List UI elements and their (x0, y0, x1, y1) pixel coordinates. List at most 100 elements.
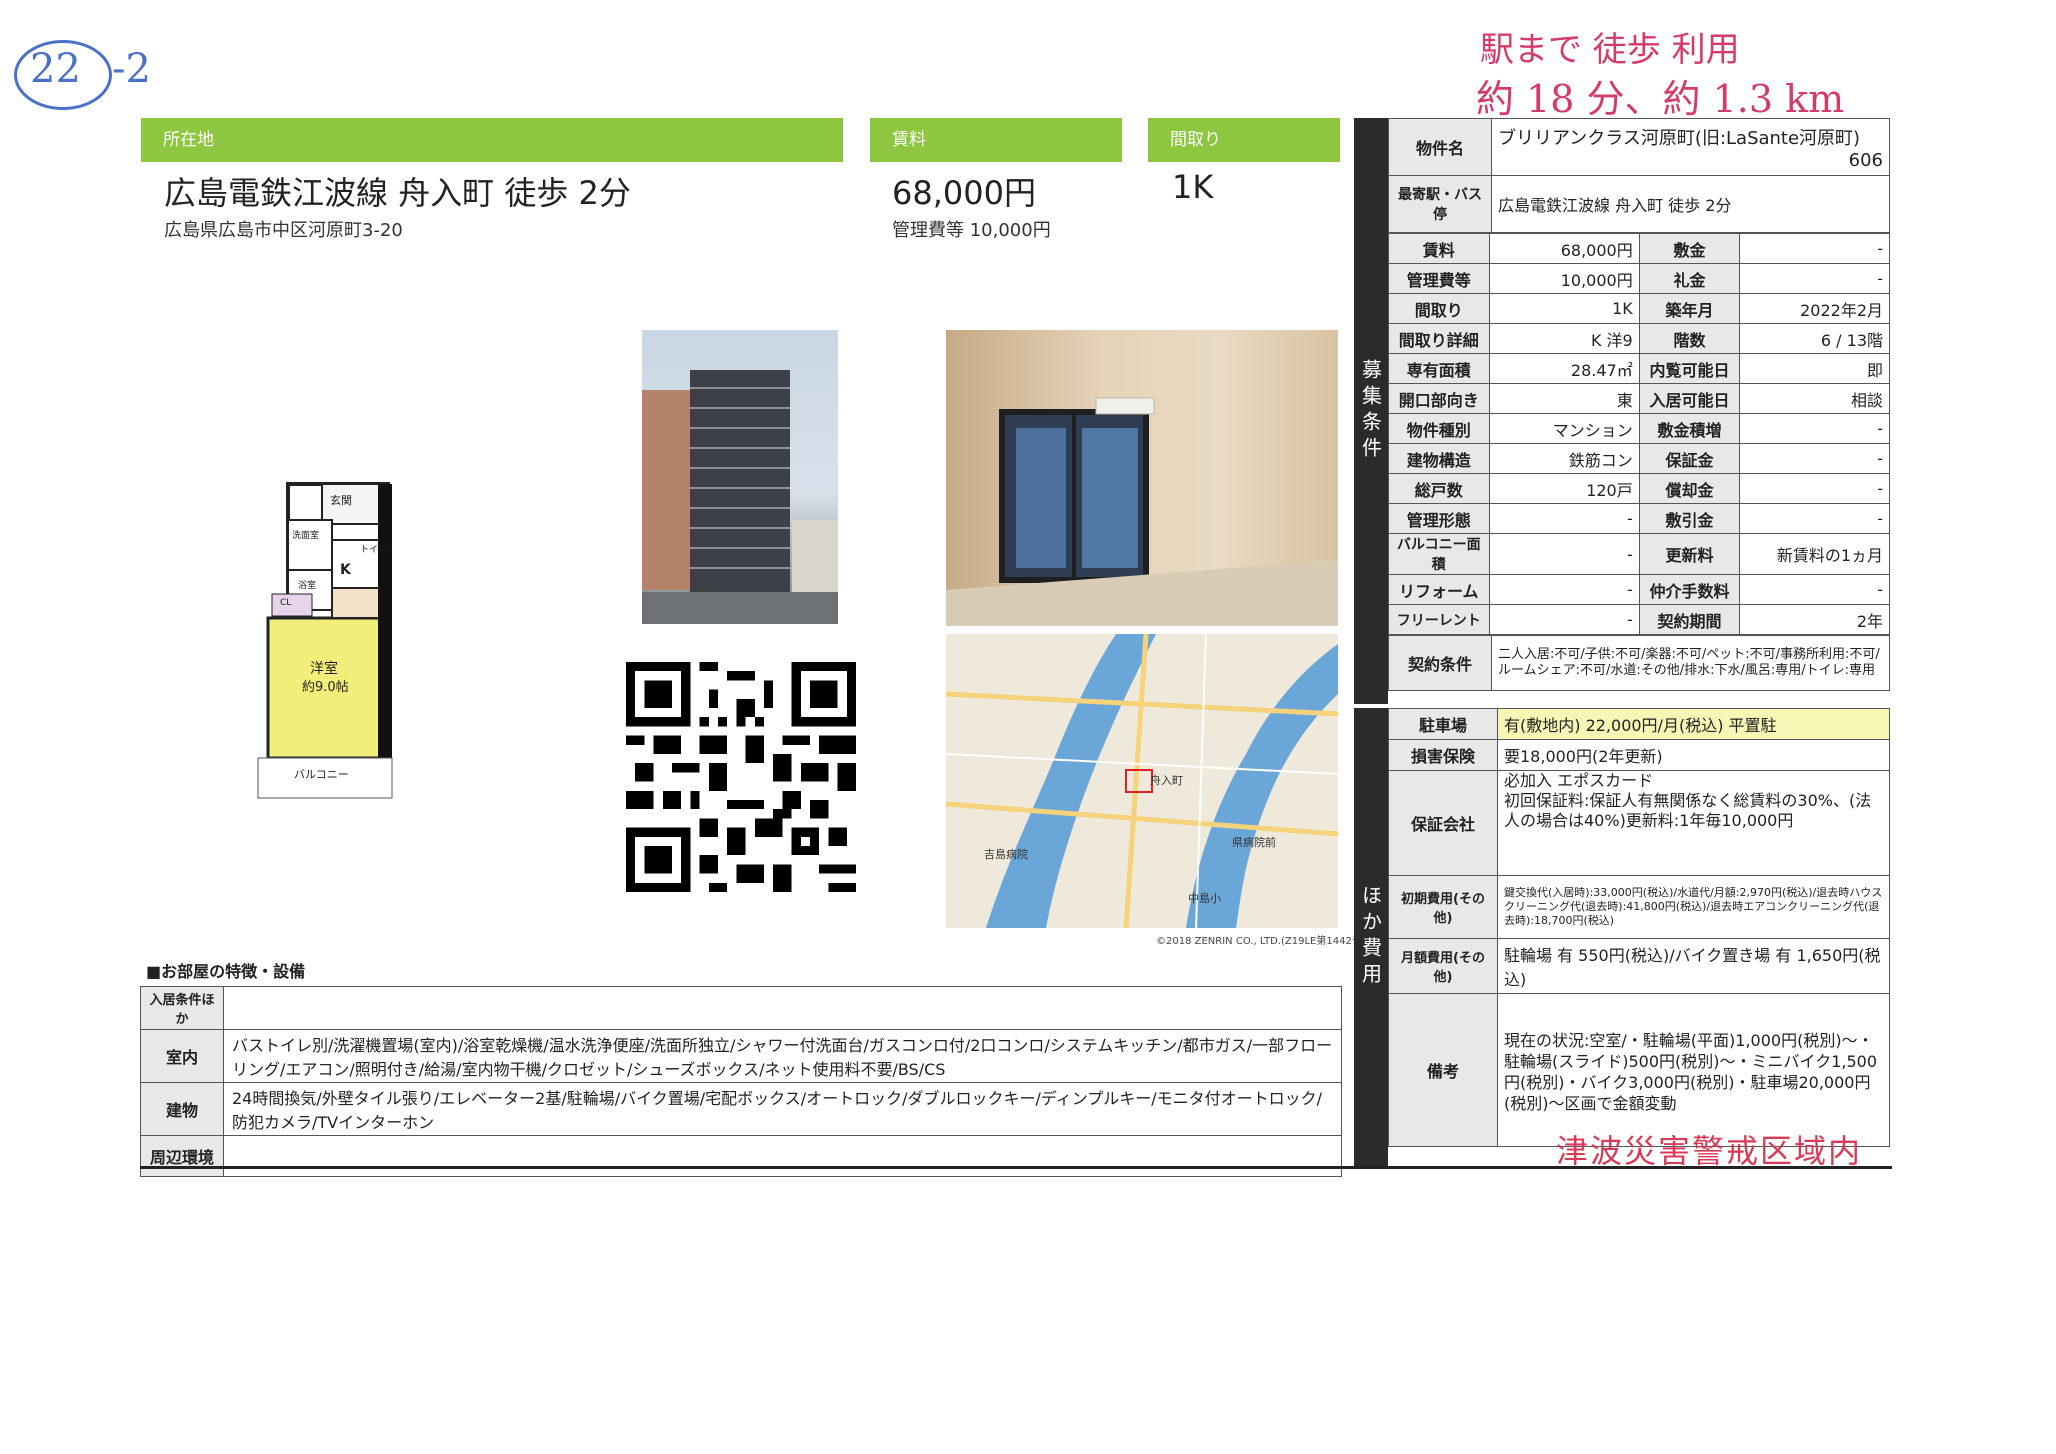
floorplan-senmen: 洗面室 (292, 531, 320, 541)
condition-value: K 洋9 (1488, 323, 1640, 354)
floorplan-toilet: トイレ (360, 545, 388, 555)
condition-value: 鉄筋コン (1488, 443, 1640, 474)
location-main: 広島電鉄江波線 舟入町 徒歩 2分 (164, 174, 631, 212)
condition-label: 敷金 (1638, 233, 1741, 264)
fee-row: 保証会社 必加入 エポスカード 初回保証料:保証人有無関係なく総賃料の30%、(… (1388, 770, 1890, 876)
floorplan-room: 洋室 (310, 661, 338, 677)
building-photo (642, 330, 838, 624)
side-label-conditions: 募集条件 (1354, 118, 1388, 704)
condition-label: 間取り (1388, 293, 1490, 324)
features-value: 24時間換気/外壁タイル張り/エレベーター2基/駐輪場/バイク置場/宅配ボックス… (223, 1082, 1342, 1136)
condition-row: 専有面積 28.47㎡ 内覧可能日即 (1388, 353, 1890, 384)
condition-label: 開口部向き (1388, 383, 1490, 414)
condition-row: 物件種別 マンション 敷金積増 - (1388, 413, 1890, 444)
conditions-table: 物件名 ブリリアンクラス河原町(旧:LaSante河原町) 606 最寄駅・バス… (1388, 118, 1890, 691)
features-label: 周辺環境 (140, 1135, 224, 1177)
condition-row: 管理費等 10,000円 礼金 - (1388, 263, 1890, 294)
fee-row: 損害保険 要18,000円(2年更新) (1388, 739, 1890, 771)
condition-label: 契約期間 (1638, 604, 1741, 635)
floorplan-genkan: 玄関 (330, 494, 352, 507)
condition-label: 償却金 (1638, 473, 1741, 504)
fee-label: 備考 (1388, 993, 1498, 1147)
station-value: 広島電鉄江波線 舟入町 徒歩 2分 (1491, 175, 1890, 233)
condition-value: 10,000円 (1488, 263, 1640, 294)
condition-row: 開口部向き東入居可能日 相談 (1388, 383, 1890, 414)
condition-value: - (1488, 574, 1640, 605)
condition-value: - (1488, 604, 1640, 635)
condition-label: 専有面積 (1388, 353, 1490, 384)
handwritten-note-line2: 約 18 分、約 1.3 km (1476, 77, 1845, 121)
fee-row: 駐車場 有(敷地内) 22,000円/月(税込) 平置駐 (1388, 708, 1890, 740)
floorplan-k: K (340, 562, 351, 578)
condition-value: - (1739, 574, 1890, 605)
condition-label: 更新料 (1638, 533, 1741, 575)
features-label: 建物 (140, 1082, 224, 1136)
condition-value: - (1739, 473, 1890, 504)
features-row: 周辺環境 (140, 1135, 1342, 1177)
condition-value: - (1488, 533, 1640, 575)
condition-value: - (1488, 503, 1640, 534)
condition-value: 2年 (1739, 604, 1890, 635)
fee-label: 保証会社 (1388, 770, 1498, 876)
condition-value: 28.47㎡ (1488, 353, 1640, 384)
stamp-tsunami: 津波災害警戒区域内 (1556, 1132, 1863, 1170)
features-row: 建物 24時間換気/外壁タイル張り/エレベーター2基/駐輪場/バイク置場/宅配ボ… (140, 1082, 1342, 1136)
map-drawing (946, 634, 1338, 928)
handwritten-suffix: -2 (112, 46, 151, 92)
condition-row: 賃料 68,000円 敷金 - (1388, 233, 1890, 264)
room-number: 606 (1848, 149, 1883, 171)
features-value (223, 1135, 1342, 1177)
interior-drawing (946, 397, 1338, 626)
condition-label: 総戸数 (1388, 473, 1490, 504)
condition-label: 賃料 (1388, 233, 1490, 264)
condition-label: 物件種別 (1388, 413, 1490, 444)
condition-label: 入居可能日 (1638, 383, 1741, 414)
interior-photo (946, 330, 1338, 626)
building-name-cell: ブリリアンクラス河原町(旧:LaSante河原町) 606 (1491, 118, 1890, 176)
floorplan-cl: CL (280, 598, 292, 608)
station-row: 最寄駅・バス停 広島電鉄江波線 舟入町 徒歩 2分 (1388, 175, 1890, 233)
fee-value: 現在の状況:空室/・駐輪場(平面)1,000円(税別)〜・駐輪場(スライド)50… (1497, 993, 1890, 1147)
fee-value: 鍵交換代(入居時):33,000円(税込)/水道代/月額:2,970円(税込)/… (1497, 875, 1890, 939)
condition-label: 建物構造 (1388, 443, 1490, 474)
rent-value: 68,000円 (892, 174, 1036, 212)
condition-value: 120戸 (1488, 473, 1640, 504)
fee-label: 駐車場 (1388, 708, 1498, 740)
condition-label: リフォーム (1388, 574, 1490, 605)
condition-label: 間取り詳細 (1388, 323, 1490, 354)
condition-value: 1K (1488, 293, 1640, 324)
condition-row: バルコニー面積 - 更新料 新賃料の1ヵ月 (1388, 533, 1890, 575)
area-map: 舟入町 中島小 吉島病院 県病院前 (946, 634, 1338, 928)
map-label-funairi: 舟入町 (1150, 774, 1183, 787)
floorplan-room-size: 約9.0帖 (302, 680, 349, 695)
condition-value: - (1739, 413, 1890, 444)
handwritten-note-line1: 駅まで 徒歩 利用 (1480, 30, 1740, 70)
fee-row: 備考 現在の状況:空室/・駐輪場(平面)1,000円(税別)〜・駐輪場(スライド… (1388, 993, 1890, 1147)
fee-value: 駐輪場 有 550円(税込)/バイク置き場 有 1,650円(税込) (1497, 938, 1890, 994)
fee-value: 必加入 エポスカード 初回保証料:保証人有無関係なく総賃料の30%、(法人の場合… (1497, 770, 1890, 876)
contract-value: 二人入居:不可/子供:不可/楽器:不可/ペット:不可/事務所利用:不可/ルームシ… (1491, 635, 1890, 691)
condition-label: 築年月 (1638, 293, 1741, 324)
features-row: 室内 バストイレ別/洗濯機置場(室内)/浴室乾燥機/温水洗浄便座/洗面所独立/シ… (140, 1029, 1342, 1083)
condition-row: フリーレント - 契約期間 2年 (1388, 604, 1890, 635)
contract-row: 契約条件 二人入居:不可/子供:不可/楽器:不可/ペット:不可/事務所利用:不可… (1388, 635, 1890, 691)
building-name-label: 物件名 (1388, 118, 1492, 176)
condition-value: 東 (1488, 383, 1640, 414)
condition-label: 敷金積増 (1638, 413, 1741, 444)
features-table: 入居条件ほか 室内 バストイレ別/洗濯機置場(室内)/浴室乾燥機/温水洗浄便座/… (140, 986, 1342, 1177)
condition-value: - (1739, 443, 1890, 474)
condition-label: 管理形態 (1388, 503, 1490, 534)
condition-row: 管理形態 - 敷引金 - (1388, 503, 1890, 534)
fee-row: 初期費用(その他) 鍵交換代(入居時):33,000円(税込)/水道代/月額:2… (1388, 875, 1890, 939)
location-label: 所在地 (141, 118, 843, 162)
condition-label: 敷引金 (1638, 503, 1741, 534)
fee-label: 初期費用(その他) (1388, 875, 1498, 939)
building-name: ブリリアンクラス河原町(旧:LaSante河原町) (1498, 127, 1861, 149)
condition-value: 6 / 13階 (1739, 323, 1890, 354)
condition-value: - (1739, 503, 1890, 534)
features-value: バストイレ別/洗濯機置場(室内)/浴室乾燥機/温水洗浄便座/洗面所独立/シャワー… (223, 1029, 1342, 1083)
condition-label: 管理費等 (1388, 263, 1490, 294)
floorplan-bath: 浴室 (298, 581, 317, 591)
features-row: 入居条件ほか (140, 986, 1342, 1030)
side-label-fees: ほか費用 (1354, 708, 1388, 1166)
